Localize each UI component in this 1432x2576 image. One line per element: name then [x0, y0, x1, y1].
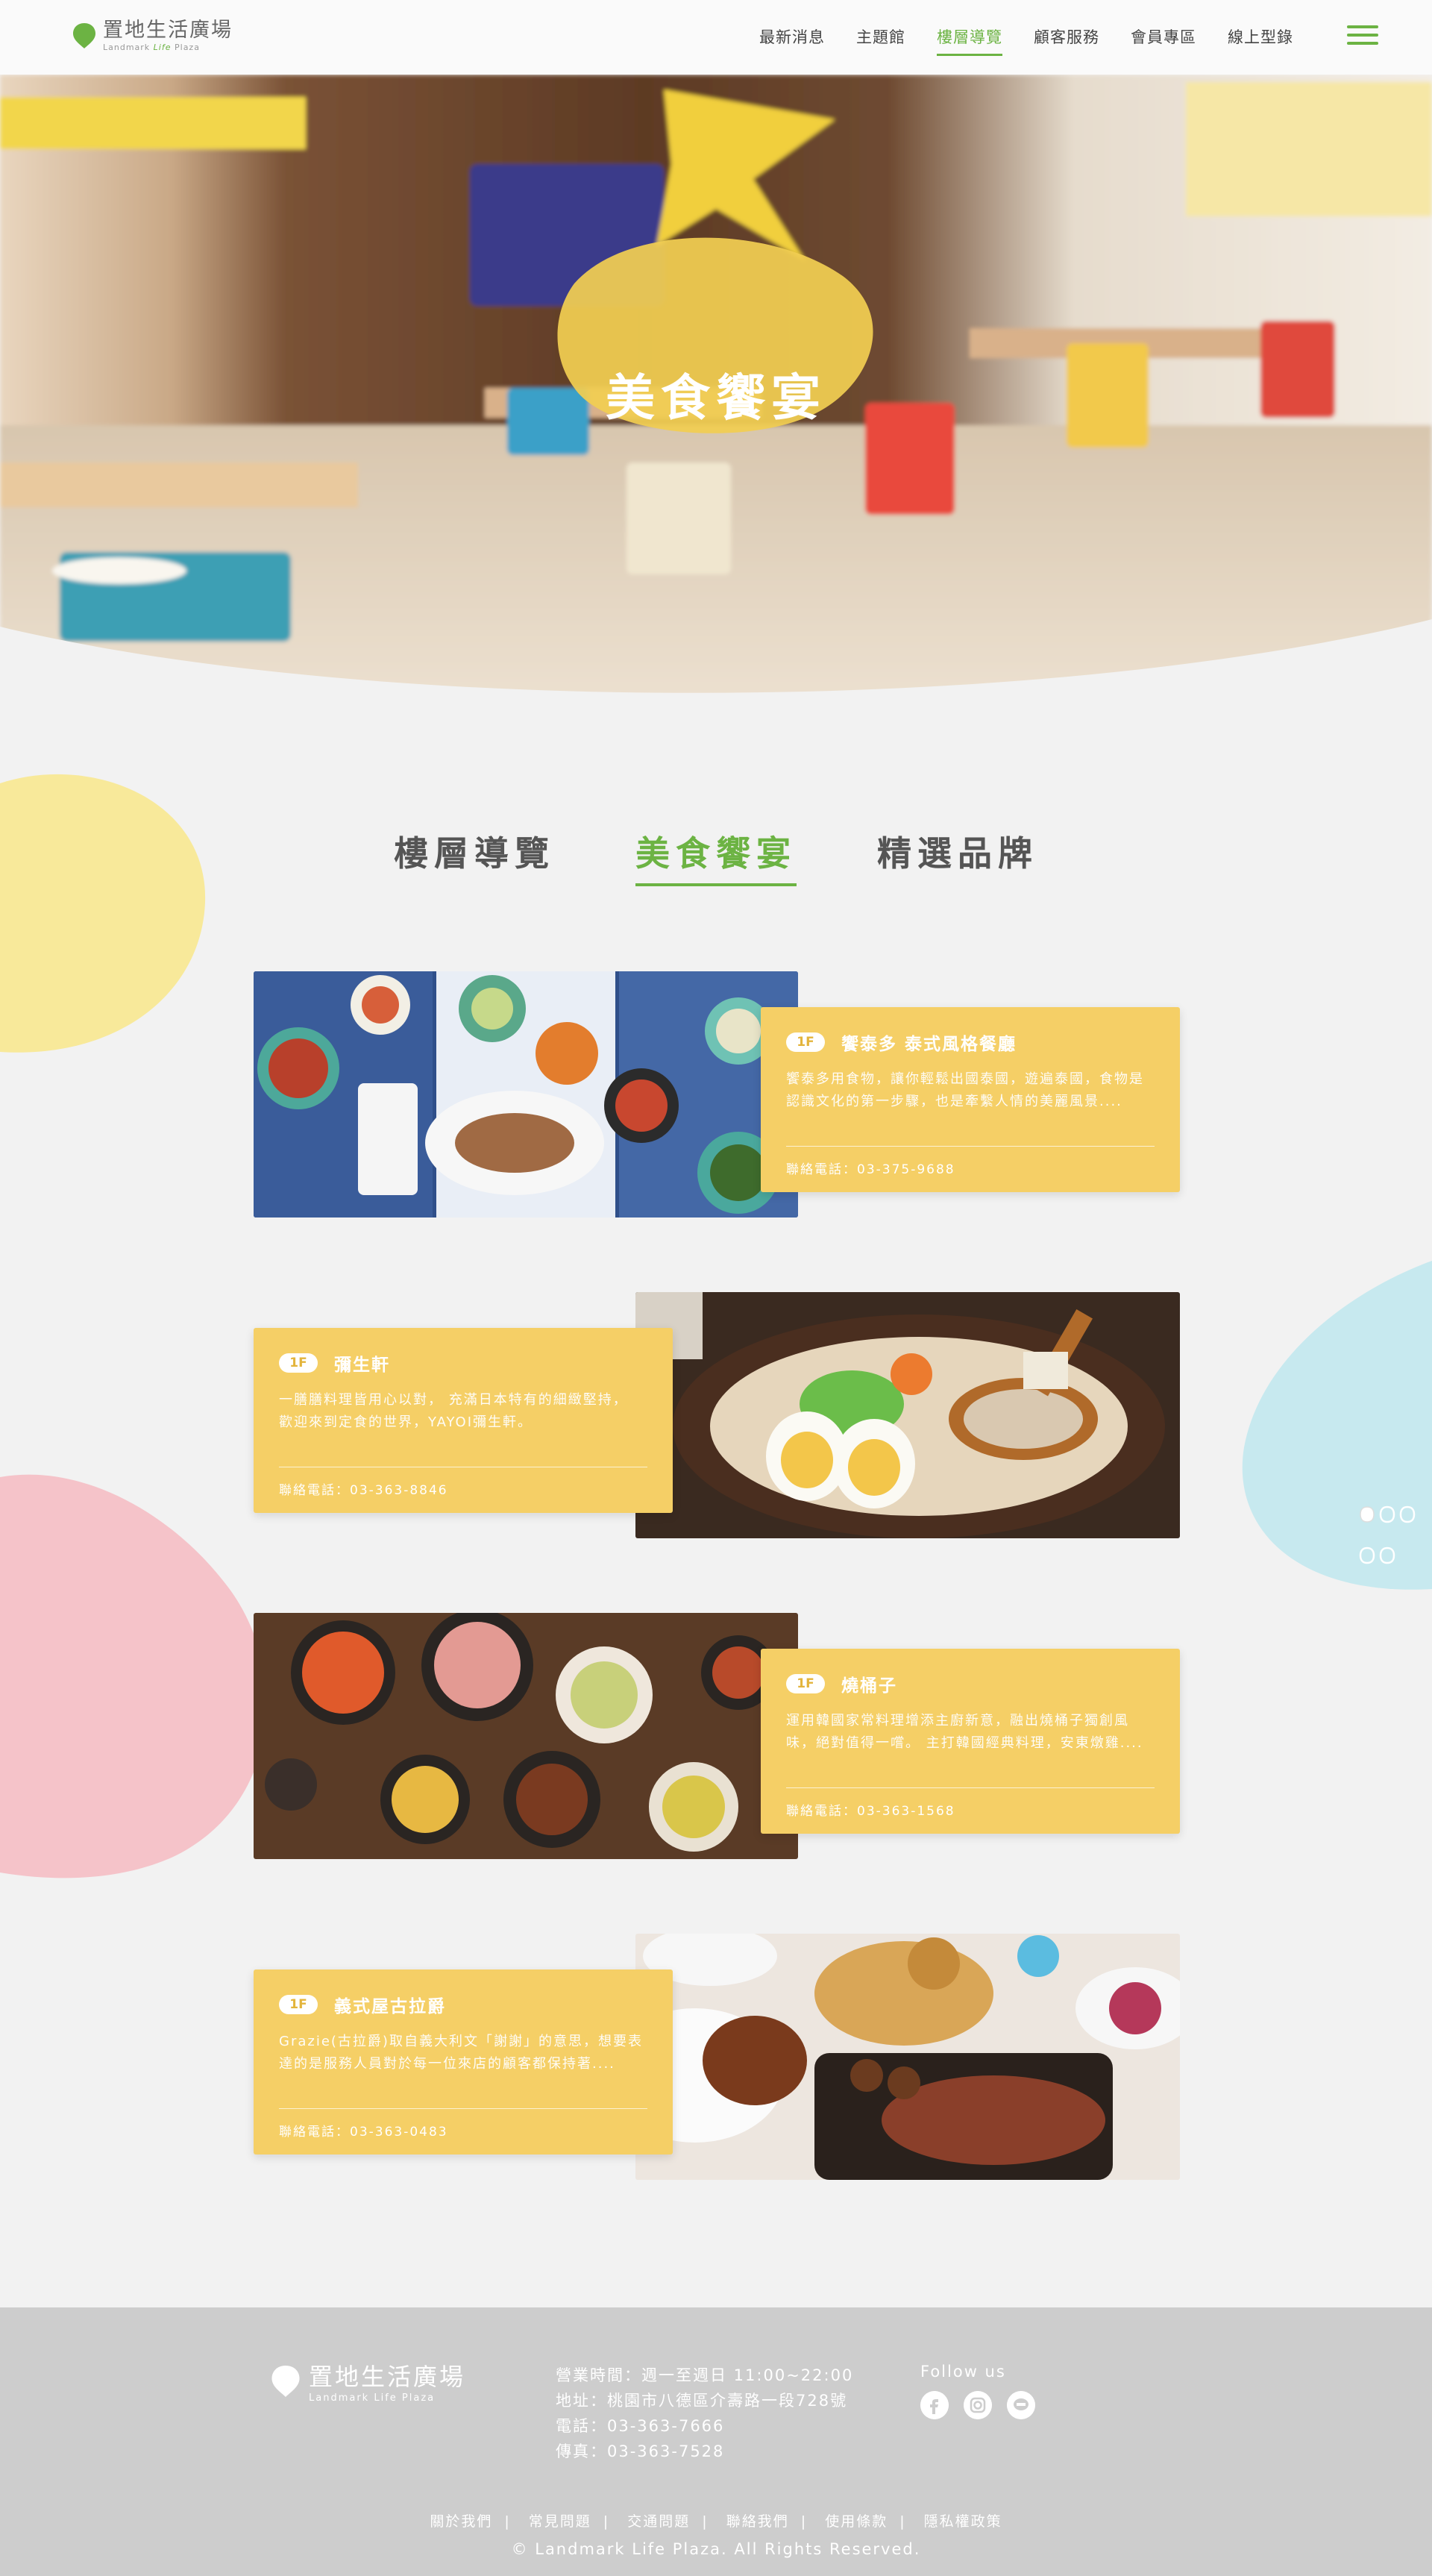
footer-hours: 營業時間：週一至週日 11:00~22:00 — [556, 2366, 854, 2384]
restaurant-photo[interactable] — [254, 971, 798, 1218]
site-logo[interactable]: 置地生活廣場 Landmark Life Plaza — [72, 19, 233, 52]
section-pager — [1359, 1505, 1432, 1588]
footer-address: 地址：桃園市八德區介壽路一段728號 — [556, 2392, 848, 2410]
japanese-food-image — [635, 1292, 1180, 1538]
logo-en-life: Life — [153, 43, 172, 52]
pager-dot-icon[interactable] — [1379, 1546, 1395, 1564]
restaurant-desc: 一膳膳料理皆用心以對， 充滿日本特有的細緻堅持， 歡迎來到定食的世界，YAYOI… — [279, 1392, 628, 1430]
restaurant-item[interactable]: 1F 彌生軒 一膳膳料理皆用心以對， 充滿日本特有的細緻堅持， 歡迎來到定食的世… — [254, 1292, 1180, 1546]
divider — [786, 1146, 1155, 1147]
footer-link-terms[interactable]: 使用條款 — [825, 2513, 888, 2530]
restaurant-card: 1F 燒桶子 運用韓國家常料理增添主廚新意，融出燒桶子獨創風味，絕對值得一嚐。 … — [761, 1649, 1180, 1834]
footer-links: 關於我們 | 常見問題 | 交通問題 | 聯絡我們 | 使用條款 | 隱私權政策 — [430, 2513, 1002, 2530]
tab-floor-guide[interactable]: 樓層導覽 — [394, 827, 555, 886]
nav-item-member[interactable]: 會員專區 — [1131, 25, 1196, 56]
restaurant-phone: 聯絡電話：03-363-0483 — [279, 2125, 448, 2140]
restaurant-desc: Grazie(古拉爵)取自義大利文「謝謝」的意思，想要表達的是服務人員對於每一位… — [279, 2034, 643, 2072]
italian-food-image — [635, 1934, 1180, 2180]
footer-contact-info: 營業時間：週一至週日 11:00~22:00 地址：桃園市八德區介壽路一段728… — [556, 2363, 853, 2464]
map-pin-icon — [271, 2365, 300, 2397]
logo-en-right: Plaza — [175, 43, 200, 52]
footer-link-transport[interactable]: 交通問題 — [627, 2513, 690, 2530]
restaurant-item[interactable]: 1F 義式屋古拉爵 Grazie(古拉爵)取自義大利文「謝謝」的意思，想要表達的… — [254, 1934, 1180, 2187]
nav-item-theme[interactable]: 主題館 — [856, 25, 905, 56]
instagram-icon[interactable] — [964, 2391, 992, 2419]
restaurant-card: 1F 彌生軒 一膳膳料理皆用心以對， 充滿日本特有的細緻堅持， 歡迎來到定食的世… — [254, 1328, 673, 1513]
follow-label: Follow us — [920, 2363, 1006, 2381]
restaurant-name[interactable]: 義式屋古拉爵 — [334, 1992, 446, 2017]
footer-fax: 傳真：03-363-7528 — [556, 2442, 725, 2460]
line-icon[interactable] — [1007, 2391, 1035, 2419]
restaurant-name[interactable]: 彌生軒 — [334, 1350, 390, 1376]
footer-copyright: © Landmark Life Plaza. All Rights Reserv… — [511, 2540, 921, 2558]
footer-logo-name-cn: 置地生活廣場 — [309, 2363, 466, 2391]
footer-phone: 電話：03-363-7666 — [556, 2417, 725, 2435]
nav-item-catalog[interactable]: 線上型錄 — [1228, 25, 1293, 56]
map-pin-icon — [73, 23, 95, 48]
footer-link-contact[interactable]: 聯絡我們 — [726, 2513, 789, 2530]
korean-food-image — [254, 1613, 798, 1859]
restaurant-item[interactable]: 1F 燒桶子 運用韓國家常料理增添主廚新意，融出燒桶子獨創風味，絕對值得一嚐。 … — [254, 1613, 1180, 1867]
floor-badge: 1F — [279, 1353, 318, 1373]
divider — [279, 2108, 647, 2109]
restaurant-photo[interactable] — [254, 1613, 798, 1859]
floor-badge: 1F — [279, 1995, 318, 2014]
floor-badge: 1F — [786, 1674, 825, 1693]
hamburger-menu-icon[interactable] — [1347, 25, 1378, 49]
footer-link-privacy[interactable]: 隱私權政策 — [924, 2513, 1002, 2530]
pager-dot-icon[interactable] — [1359, 1546, 1375, 1564]
restaurant-desc: 運用韓國家常料理增添主廚新意，融出燒桶子獨創風味，絕對值得一嚐。 主打韓國經典料… — [786, 1713, 1143, 1751]
footer-link-faq[interactable]: 常見問題 — [529, 2513, 591, 2530]
restaurant-name[interactable]: 饗泰多 泰式風格餐廳 — [841, 1030, 1017, 1055]
decor-blob-yellow — [0, 774, 206, 1053]
site-footer: 置地生活廣場 Landmark Life Plaza 營業時間：週一至週日 11… — [0, 2307, 1432, 2576]
main-nav: 最新消息 主題館 樓層導覽 顧客服務 會員專區 線上型錄 — [759, 25, 1293, 56]
restaurant-card: 1F 義式屋古拉爵 Grazie(古拉爵)取自義大利文「謝謝」的意思，想要表達的… — [254, 1969, 673, 2154]
logo-en-left: Landmark — [103, 43, 151, 52]
nav-item-floor-guide[interactable]: 樓層導覽 — [937, 25, 1002, 56]
restaurant-photo[interactable] — [635, 1934, 1180, 2180]
restaurant-card: 1F 饗泰多 泰式風格餐廳 饗泰多用食物，讓你輕鬆出國泰國，遊遍泰國，食物是認識… — [761, 1007, 1180, 1192]
restaurant-phone: 聯絡電話：03-375-9688 — [786, 1162, 955, 1177]
restaurant-phone: 聯絡電話：03-363-1568 — [786, 1804, 955, 1819]
facebook-icon[interactable] — [920, 2391, 949, 2419]
logo-name-cn: 置地生活廣場 — [103, 19, 233, 42]
category-tabs: 樓層導覽 美食饗宴 精選品牌 — [0, 827, 1432, 886]
restaurant-phone: 聯絡電話：03-363-8846 — [279, 1483, 448, 1498]
divider — [786, 1787, 1155, 1788]
restaurant-photo[interactable] — [635, 1292, 1180, 1538]
footer-link-about[interactable]: 關於我們 — [430, 2513, 492, 2530]
nav-item-news[interactable]: 最新消息 — [759, 25, 825, 56]
restaurant-name[interactable]: 燒桶子 — [841, 1671, 897, 1696]
pager-dot-icon[interactable] — [1399, 1505, 1416, 1523]
hero-banner: 美食饗宴 — [0, 75, 1432, 716]
footer-logo[interactable]: 置地生活廣場 Landmark Life Plaza — [270, 2358, 465, 2404]
tab-brands[interactable]: 精選品牌 — [877, 827, 1038, 886]
footer-follow: Follow us — [920, 2363, 1035, 2419]
footer-logo-name-en: Landmark Life Plaza — [309, 2392, 436, 2404]
nav-item-service[interactable]: 顧客服務 — [1034, 25, 1099, 56]
thai-food-image — [254, 971, 798, 1218]
hero-title: 美食饗宴 — [606, 369, 826, 427]
restaurant-item[interactable]: 1F 饗泰多 泰式風格餐廳 饗泰多用食物，讓你輕鬆出國泰國，遊遍泰國，食物是認識… — [254, 971, 1180, 1225]
restaurant-desc: 饗泰多用食物，讓你輕鬆出國泰國，遊遍泰國，食物是認識文化的第一步驟，也是牽繫人情… — [786, 1071, 1144, 1109]
site-header: 置地生活廣場 Landmark Life Plaza 最新消息 主題館 樓層導覽… — [0, 0, 1432, 75]
tab-food[interactable]: 美食饗宴 — [635, 827, 797, 886]
logo-name-en: Landmark Life Plaza — [103, 43, 233, 52]
floor-badge: 1F — [786, 1032, 825, 1052]
pager-dot-icon[interactable] — [1379, 1505, 1395, 1523]
pager-dot-icon[interactable] — [1359, 1505, 1375, 1523]
